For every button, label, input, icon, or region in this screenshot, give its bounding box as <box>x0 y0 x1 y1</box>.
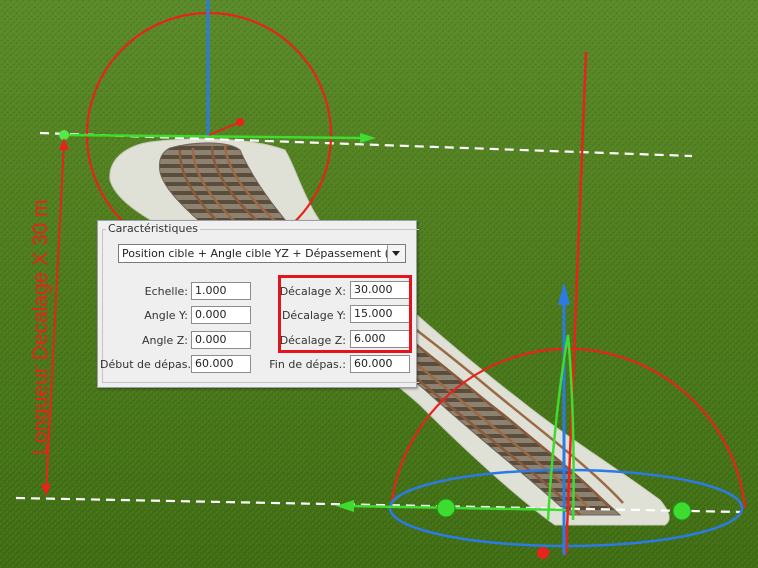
field-angle-z[interactable]: 0.000 <box>191 331 251 349</box>
mode-dropdown[interactable]: Position cible + Angle cible YZ + Dépass… <box>118 244 406 263</box>
label-angle-z: Angle Z: <box>141 334 188 347</box>
label-debut-depassement: Début de dépas.: <box>100 358 195 371</box>
gizmo-bottom-handle-right[interactable] <box>672 501 692 521</box>
field-angle-y[interactable]: 0.000 <box>191 306 251 324</box>
label-fin-depassement: Fin de dépas.: <box>269 358 346 371</box>
gizmo-bottom-center[interactable] <box>537 547 549 559</box>
label-echelle: Echelle: <box>144 285 188 298</box>
chevron-down-icon <box>392 251 400 256</box>
gizmo-bottom-handle-left[interactable] <box>436 498 456 518</box>
gizmo-top-y-handle[interactable] <box>236 118 244 126</box>
properties-panel: Caractéristiques Position cible + Angle … <box>97 220 419 388</box>
field-fin-depassement[interactable]: 60.000 <box>350 355 410 373</box>
decalage-highlight-box <box>278 275 412 353</box>
group-title: Caractéristiques <box>106 222 200 235</box>
field-debut-depassement[interactable]: 60.000 <box>191 355 251 373</box>
dropdown-arrow-button[interactable] <box>387 245 405 262</box>
label-angle-y: Angle Y: <box>144 309 188 322</box>
field-echelle[interactable]: 1.000 <box>191 282 251 300</box>
mode-dropdown-value: Position cible + Angle cible YZ + Dépass… <box>122 247 404 260</box>
measurement-label: Longueur Decalage X 30 m <box>29 199 52 455</box>
